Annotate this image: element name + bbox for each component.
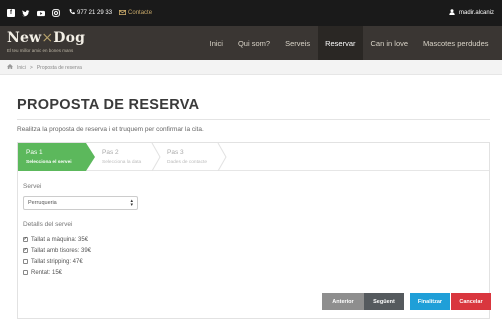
user-name: madir.alcaniz — [458, 10, 494, 16]
brand-name: New×Dog — [7, 30, 86, 46]
wizard-step-1[interactable]: Pas 1 Selecciona el servei — [18, 143, 86, 171]
step-number: Pas 1 — [26, 149, 43, 156]
anterior-button[interactable]: Anterior — [322, 293, 364, 310]
title-divider — [17, 119, 490, 120]
breadcrumb-bar: Inici > Proposta de reserva — [0, 60, 502, 75]
page-subtitle: Realitza la proposta de reserva i et tru… — [17, 126, 204, 133]
step-label: Selecciona el servei — [26, 160, 72, 165]
checkbox-checked[interactable]: ✓ — [23, 248, 28, 253]
wizard-step-3[interactable]: Pas 3 Dades de contacte — [159, 143, 225, 171]
service-option-label: Tallat a màquina: 35€ — [31, 236, 89, 243]
service-options: ✓ Tallat a màquina: 35€ ✓ Tallat amb tis… — [23, 234, 91, 278]
envelope-icon — [119, 9, 127, 17]
service-option-label: Tallat stripping: 47€ — [31, 258, 83, 265]
service-option-label: Rentat: 15€ — [31, 269, 63, 276]
menu-item-serveis[interactable]: Serveis — [278, 26, 318, 60]
main-navbar: New×Dog El teu millor amic en bones mans… — [0, 26, 502, 60]
page-title: PROPOSTA DE RESERVA — [17, 97, 200, 113]
reservation-wizard: Pas 1 Selecciona el servei Pas 2 Selecci… — [17, 142, 491, 319]
step-label: Dades de contacte — [167, 160, 208, 165]
service-option[interactable]: ✓ Tallat a màquina: 35€ — [23, 234, 91, 245]
menu-item-inici[interactable]: Inici — [202, 26, 230, 60]
servei-select[interactable]: Perruqueria ▴ ▾ — [23, 196, 138, 210]
contact-link[interactable]: Contacte — [119, 9, 153, 17]
brand-tagline: El teu millor amic en bones mans — [7, 48, 74, 53]
facebook-icon[interactable]: f — [7, 9, 15, 17]
checkbox-unchecked[interactable] — [23, 259, 28, 264]
service-option[interactable]: Tallat stripping: 47€ — [23, 256, 91, 267]
youtube-icon[interactable] — [37, 9, 45, 17]
cancelar-button[interactable]: Cancelar — [451, 293, 491, 310]
phone-number: 977 21 29 33 — [77, 10, 113, 16]
wizard-buttons: Anterior Següent Finalitzar Cancelar — [322, 293, 491, 310]
step-label: Selecciona la data — [102, 160, 142, 165]
servei-selected-value: Perruqueria — [28, 200, 57, 206]
select-caret-icon: ▴ ▾ — [130, 198, 133, 208]
phone-icon — [69, 9, 75, 17]
phone-contact[interactable]: 977 21 29 33 — [69, 9, 112, 17]
service-option-label: Tallat amb tisores: 39€ — [31, 247, 92, 254]
home-icon[interactable] — [7, 64, 13, 71]
detalls-label: Detalls del servei — [23, 221, 73, 228]
step-separator — [217, 143, 227, 171]
main-menu: Inici Qui som? Serveis Reservar Can in l… — [202, 26, 496, 60]
top-bar-left: f 977 21 29 33 Contacte — [7, 0, 152, 26]
seguent-button[interactable]: Següent — [364, 293, 404, 310]
breadcrumb-separator: > — [29, 64, 33, 71]
service-option[interactable]: ✓ Tallat amb tisores: 39€ — [23, 245, 91, 256]
breadcrumb: Inici > Proposta de reserva — [7, 60, 82, 75]
servei-label: Servei — [23, 183, 42, 190]
checkbox-checked[interactable]: ✓ — [23, 237, 28, 242]
service-option[interactable]: Rentat: 15€ — [23, 267, 91, 278]
top-bar: f 977 21 29 33 Contacte madir.alcaniz — [0, 0, 502, 26]
step-number: Pas 2 — [102, 149, 119, 156]
menu-item-can-in-love[interactable]: Can in love — [363, 26, 416, 60]
menu-item-qui-som[interactable]: Qui som? — [230, 26, 277, 60]
step-number: Pas 3 — [167, 149, 184, 156]
user-icon — [449, 9, 455, 17]
twitter-icon[interactable] — [22, 9, 30, 17]
menu-item-mascotes-perdudes[interactable]: Mascotes perdudes — [416, 26, 496, 60]
contact-label: Contacte — [128, 10, 153, 16]
menu-item-reservar[interactable]: Reservar — [317, 26, 364, 60]
breadcrumb-current: Proposta de reserva — [36, 64, 82, 71]
breadcrumb-home[interactable]: Inici — [17, 65, 26, 71]
wizard-steps: Pas 1 Selecciona el servei Pas 2 Selecci… — [18, 143, 489, 171]
user-menu[interactable]: madir.alcaniz — [449, 0, 494, 26]
brand-logo[interactable]: New×Dog El teu millor amic en bones mans — [7, 30, 85, 53]
finalitzar-button[interactable]: Finalitzar — [410, 293, 450, 310]
instagram-icon[interactable] — [52, 9, 60, 17]
checkbox-unchecked[interactable] — [23, 270, 28, 275]
